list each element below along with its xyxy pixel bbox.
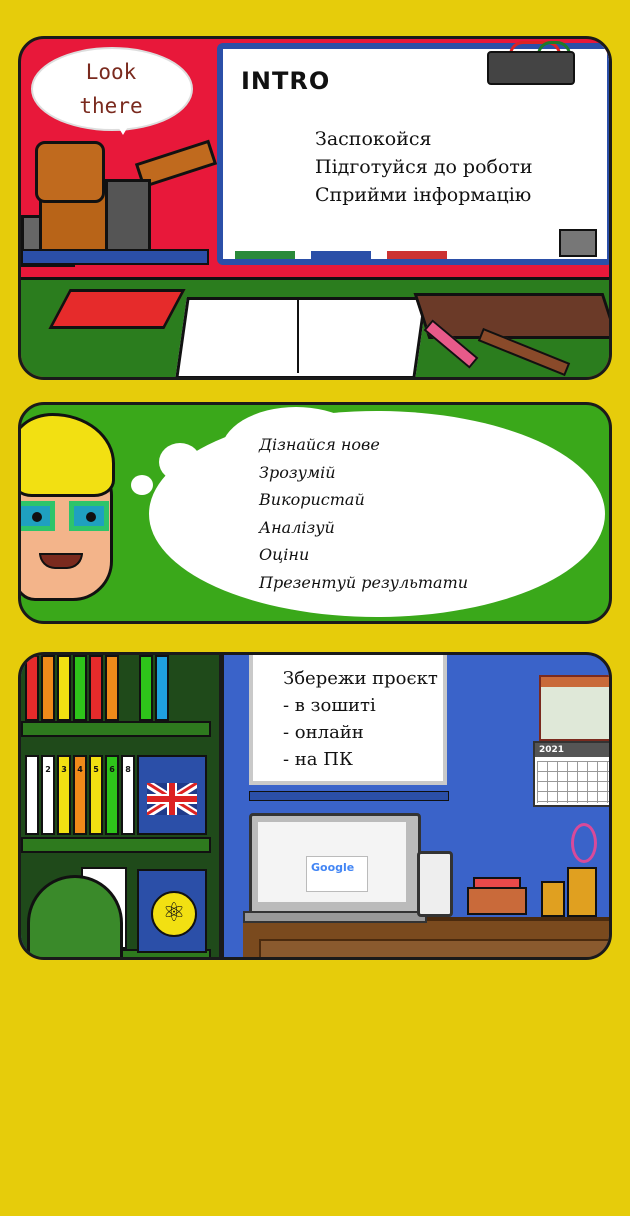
binder-number: 5 [93, 765, 99, 774]
marker-green [235, 251, 295, 259]
schedule-chart [539, 675, 609, 741]
poster-line: - в зошиті [283, 695, 376, 716]
poster-rail [249, 791, 449, 801]
pencil-cup [567, 867, 597, 917]
panel-save: 2 3 4 5 6 8 9 ⚛ Збережи проєкт - в зошит… [18, 652, 612, 960]
binder: 6 [105, 755, 119, 835]
teacher-head [35, 141, 105, 203]
binder [25, 655, 39, 721]
thought-line: Оціни [259, 545, 310, 564]
binder [105, 655, 119, 721]
laptop-icon: Google [249, 813, 421, 919]
uk-flag-icon [147, 783, 197, 815]
board-switch [559, 229, 597, 257]
bookcase-shelf [21, 721, 211, 737]
binder [25, 755, 39, 835]
poster-line: - онлайн [283, 722, 364, 743]
binder [155, 655, 169, 721]
background-fill [0, 960, 630, 1216]
kid-hair [21, 413, 115, 497]
binder: 5 [89, 755, 103, 835]
thought-text: Дізнайся нове Зрозумій Використай Аналіз… [259, 431, 468, 596]
board-line: Заспокойся [315, 128, 432, 150]
small-book [467, 887, 527, 915]
panel-learn: Дізнайся нове Зрозумій Використай Аналіз… [18, 402, 612, 624]
scissors-icon [571, 823, 597, 863]
speech-line: Look [85, 60, 137, 84]
open-notebook [175, 297, 427, 377]
laptop-screen: Google [258, 822, 406, 902]
binder: 8 [121, 755, 135, 835]
thought-line: Презентуй результати [259, 572, 469, 592]
projector-icon [487, 51, 575, 85]
search-page: Google [306, 856, 368, 892]
binder [73, 655, 87, 721]
thought-line: Дізнайся нове [259, 435, 380, 454]
binder [41, 655, 55, 721]
binder-number: 3 [61, 765, 67, 774]
binder-number: 2 [45, 765, 51, 774]
thought-bubble [131, 475, 153, 495]
red-book [48, 289, 186, 329]
marker-blue [311, 251, 371, 259]
panel-intro: INTRO Заспокойся Підготуйся до роботи Сп… [18, 36, 612, 380]
binder: 3 [57, 755, 71, 835]
binder [89, 655, 103, 721]
poster-line: - на ПК [283, 749, 353, 770]
speech-line: there [79, 94, 143, 118]
binder-number: 6 [109, 765, 115, 774]
calendar-icon: 2021 [533, 741, 609, 807]
phone-icon [417, 851, 453, 917]
speech-text: Look there [51, 55, 171, 123]
board-line: Підготуйся до роботи [315, 156, 533, 178]
thought-line: Використай [259, 490, 365, 509]
glasses-icon [21, 501, 123, 531]
atom-icon: ⚛ [151, 891, 197, 937]
poster: Збережи проєкт - в зошиті - онлайн - на … [249, 655, 447, 785]
bookcase-shelf [21, 837, 211, 853]
thought-line: Аналізуй [259, 517, 335, 537]
binder [139, 655, 153, 721]
notebook-fold [297, 297, 299, 373]
calendar-year: 2021 [535, 743, 609, 757]
binder: 4 [73, 755, 87, 835]
binder-number: 4 [77, 765, 83, 774]
board-line: Сприйми інформацію [315, 184, 532, 206]
binder: 2 [41, 755, 55, 835]
monster-character [27, 875, 123, 957]
laptop-base [243, 911, 427, 923]
pencil-cup [541, 881, 565, 917]
binder-number: 8 [125, 765, 131, 774]
table-drawer [259, 939, 609, 957]
thought-bubble [159, 443, 201, 481]
google-logo: Google [311, 861, 355, 874]
shelf [21, 249, 209, 265]
marker-red [387, 251, 447, 259]
poster-line: Збережи проєкт [283, 668, 438, 689]
board-title: INTRO [241, 67, 331, 95]
thought-line: Зрозумій [259, 462, 336, 482]
binder [57, 655, 71, 721]
atom-card: ⚛ [137, 869, 207, 953]
board-lines: Заспокойся Підготуйся до роботи Сприйми … [315, 125, 533, 209]
flag-card [137, 755, 207, 835]
poster-text: Збережи проєкт - в зошиті - онлайн - на … [283, 665, 438, 773]
